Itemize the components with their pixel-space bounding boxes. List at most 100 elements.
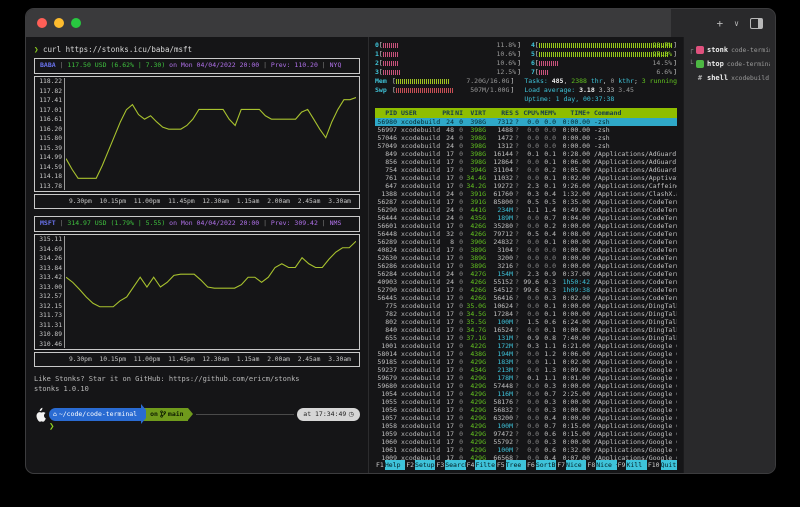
cell-s: ? [513,278,521,286]
cell-command: /Applications/Apptivator. [590,174,677,182]
cell-mem: 0.3 [539,438,556,446]
process-row[interactable]: 1001xcodebuild170422G172M?0.31.16:21.00/… [375,342,677,350]
column-header-mem[interactable]: MEM% [539,108,556,118]
cell-time: 0:28.00 [556,150,590,158]
sidebar-item-shell[interactable]: #shellxcodebuild [689,71,770,85]
session-name: htop [707,60,724,68]
minimize-button[interactable] [54,18,64,28]
cell-mem: 0.1 [539,326,556,334]
column-header-cpu[interactable]: CPU% [521,108,539,118]
process-row[interactable]: 856xcodebuild170398G12864?0.00.10:06.00/… [375,158,677,166]
chevron-down-icon[interactable]: ∨ [734,19,739,28]
cell-pid: 59680 [375,382,397,390]
process-row[interactable]: 775xcodebuild17035.0G10624?0.00.10:00.00… [375,302,677,310]
zoom-button[interactable] [71,18,81,28]
meter-fill [539,52,669,57]
sidebar-item-htop[interactable]: └htopcode-terminal [689,57,770,71]
toggle-sidebar-icon[interactable] [750,18,763,29]
cell-pid: 57046 [375,134,397,142]
cell-pid: 57049 [375,142,397,150]
process-row[interactable]: 59237xcodebuild170434G213M?0.01.30:09.00… [375,366,677,374]
x-tick-label: 11.00pm [134,356,161,363]
cell-virt: 429G [463,422,486,430]
baba-chart-block: BABA | 117.50 USD (6.62% | 7.30) on Mon … [34,58,360,209]
meter-value: 507M/1.00G [470,86,509,95]
column-header-command[interactable]: Command [590,108,677,118]
process-row[interactable]: 56997xcodebuild480398G1488?0.00.00:00.00… [375,126,677,134]
process-row[interactable]: 56290xcodebuild240441G234M?1.11.40:49.00… [375,206,677,214]
process-row[interactable]: 56286xcodebuild170389G3216?0.00.00:00.00… [375,262,677,270]
x-tick-label: 10.15pm [100,198,127,205]
process-row[interactable]: 52630xcodebuild170389G3200?0.00.00:00.00… [375,254,677,262]
process-row[interactable]: 1061xcodebuild170429G100M?0.00.60:32.00/… [375,446,677,454]
process-row[interactable]: 1060xcodebuild170429G55792?0.00.30:00.00… [375,438,677,446]
column-header-res[interactable]: RES [486,108,513,118]
fnkey-f8[interactable]: F8Nice + [586,460,616,470]
htop-pane[interactable]: 0[11.8%]1[10.6%]2[10.6%]3[12.5%]4[98.7%]… [368,37,683,474]
process-row[interactable]: 56448xcodebuild320426G79712?0.50.40:08.0… [375,230,677,238]
fnkey-f5[interactable]: F5Tree [496,460,526,470]
clock-icon: ◷ [348,408,354,421]
process-row[interactable]: 754xcodebuild170394G31104?0.00.20:05.00/… [375,166,677,174]
x-tick-label: 2.00am [267,356,290,363]
process-row[interactable]: 57046xcodebuild240398G1472?0.00.00:00.00… [375,134,677,142]
process-row[interactable]: 782xcodebuild17034.5G17284?0.00.10:00.00… [375,310,677,318]
process-row[interactable]: 655xcodebuild17037.1G131M?0.90.87:40.00/… [375,334,677,342]
process-row[interactable]: 56444xcodebuild240435G189M?0.00.70:04.00… [375,214,677,222]
process-row[interactable]: 56289xcodebuild80390G24832?0.00.10:00.00… [375,238,677,246]
fnkey-f10[interactable]: F10Quit [647,460,677,470]
process-table-header[interactable]: PIDUSERPRINIVIRTRESSCPU%MEM%TIME+Command [375,108,677,118]
process-row[interactable]: 56284xcodebuild240427G154M?2.30.90:37.00… [375,270,677,278]
process-row[interactable]: 1059xcodebuild170429G97472?0.00.60:15.00… [375,430,677,438]
process-row[interactable]: 761xcodebuild17034.4G11032?0.00.10:02.00… [375,174,677,182]
process-row[interactable]: 59680xcodebuild170429G57448?0.00.30:00.0… [375,382,677,390]
stonks-pane[interactable]: ❯ curl https://stonks.icu/baba/msft BABA… [26,37,368,474]
fnkey-f3[interactable]: F3Search [435,460,465,470]
process-row[interactable]: 1056xcodebuild170429G56832?0.00.30:00.00… [375,406,677,414]
fnkey-f4[interactable]: F4Filter [466,460,496,470]
fnkey-f2[interactable]: F2Setup [405,460,435,470]
column-header-pri[interactable]: PRI [441,108,454,118]
cell-command: -zsh [590,118,677,126]
process-row[interactable]: 56445xcodebuild170426G56416?0.00.30:02.0… [375,294,677,302]
meter-value: 14.5% [653,59,673,68]
sidebar-item-stonk[interactable]: ┌stonkcode-terminal [689,43,770,57]
command-text: curl https://stonks.icu/baba/msft [43,45,192,54]
process-row[interactable]: 840xcodebuild17034.7G16524?0.00.10:00.00… [375,326,677,334]
fnkey-f7[interactable]: F7Nice - [556,460,586,470]
column-header-virt[interactable]: VIRT [463,108,486,118]
process-row[interactable]: 52790xcodebuild170426G54512?99.60.31h09:… [375,286,677,294]
cell-cpu: 0.1 [521,150,539,158]
fnkey-f1[interactable]: F1Help [375,460,405,470]
column-header-s[interactable]: S [513,108,521,118]
cell-pid: 802 [375,318,397,326]
process-row[interactable]: 40903xcodebuild240426G55152?99.60.31h50:… [375,278,677,286]
column-header-user[interactable]: USER [397,108,441,118]
close-button[interactable] [37,18,47,28]
process-row[interactable]: 1388xcodebuild240391G61760?0.30.41:32.00… [375,190,677,198]
process-row[interactable]: 1058xcodebuild170429G100M?0.00.70:15.00/… [375,422,677,430]
meter-bracket: ] [510,77,514,86]
shell-input[interactable]: ❯ [49,422,360,433]
column-header-time[interactable]: TIME+ [556,108,590,118]
process-row[interactable]: 1057xcodebuild170429G63200?0.00.40:00.00… [375,414,677,422]
process-row[interactable]: 59679xcodebuild170429G178M?0.11.10:01.00… [375,374,677,382]
process-row[interactable]: 849xcodebuild170398G16144?0.10.10:28.00/… [375,150,677,158]
column-header-pid[interactable]: PID [375,108,397,118]
process-row[interactable]: 57049xcodebuild240398G1312?0.00.00:00.00… [375,142,677,150]
process-row[interactable]: 56287xcodebuild170391G85800?0.50.50:35.0… [375,198,677,206]
process-row[interactable]: 647xcodebuild17034.2G19272?2.30.19:26.00… [375,182,677,190]
process-row[interactable]: 1055xcodebuild170429G58176?0.00.30:00.00… [375,398,677,406]
fnkey-f9[interactable]: F9Kill [617,460,647,470]
fnkey-f6[interactable]: F6SortBy [526,460,556,470]
process-row[interactable]: 59185xcodebuild170429G183M?0.01.10:02.00… [375,358,677,366]
process-row[interactable]: 58014xcodebuild170438G194M?0.01.20:06.00… [375,350,677,358]
cell-s: ? [513,342,521,350]
process-row[interactable]: 56980xcodebuild240398G7312?0.00.00:00.00… [375,118,677,126]
process-row[interactable]: 40824xcodebuild170389G3104?0.00.00:00.00… [375,246,677,254]
new-tab-icon[interactable]: + [717,17,724,30]
process-row[interactable]: 56601xcodebuild170426G35280?0.00.20:00.0… [375,222,677,230]
process-row[interactable]: 1054xcodebuild170429G116M?0.00.72:25.00/… [375,390,677,398]
column-header-ni[interactable]: NI [454,108,463,118]
process-row[interactable]: 802xcodebuild17035.5G100M?1.50.66:24.00/… [375,318,677,326]
